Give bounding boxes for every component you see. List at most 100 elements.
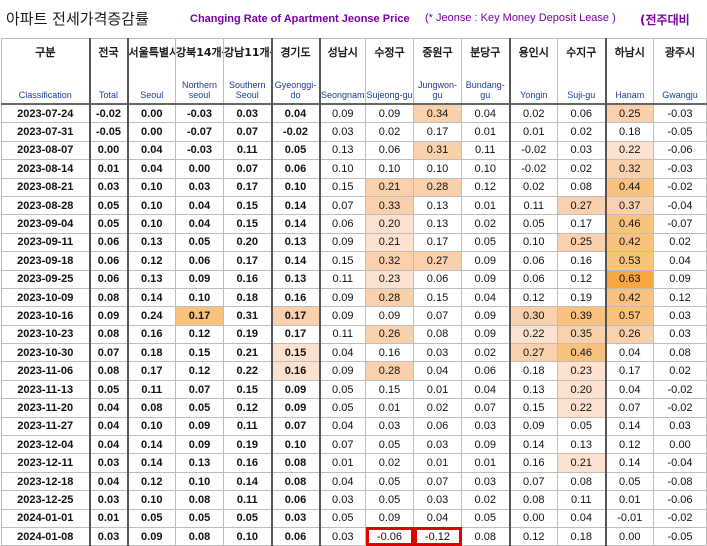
value-cell: 0.28 xyxy=(365,287,414,308)
value-cell: 0.06 xyxy=(88,232,128,253)
table-row: 2023-12-04 0.04 0.14 0.09 0.19 0.10 0.07 0.05 0.… xyxy=(1,435,707,455)
value-cell: 0.04 xyxy=(88,471,128,492)
table-row: 2023-10-23 0.08 0.16 0.12 0.19 0.17 0.11 0.26 0.… xyxy=(1,324,707,345)
value-cell: 0.24 xyxy=(126,306,176,326)
value-cell: -0.02 xyxy=(653,508,707,528)
value-cell: 0.03 xyxy=(653,306,707,326)
title-bar: 아파트 전세가격증감률 Changing Rate of Apartment J… xyxy=(0,0,707,40)
value-cell: 0.14 xyxy=(126,453,176,473)
value-cell: 0.10 xyxy=(223,526,272,546)
value-cell: 0.27 xyxy=(508,343,558,363)
value-cell: 0.05 xyxy=(175,232,224,253)
col-header-bundang: 분당구 Bundang-gu xyxy=(461,38,510,105)
col-header-seongnam: 성남시 Seongnam xyxy=(318,38,366,105)
table-body: 2023-07-24 -0.02 0.00 -0.03 0.03 0.04 0.09 0.09… xyxy=(1,103,707,546)
value-cell: 0.22 xyxy=(557,398,606,418)
value-cell: 0.11 xyxy=(223,140,272,161)
value-cell: -0.04 xyxy=(653,453,707,473)
value-cell: 0.06 xyxy=(175,251,224,271)
value-cell: 0.04 xyxy=(461,379,510,400)
value-cell: 0.10 xyxy=(508,232,558,253)
value-cell: 0.08 xyxy=(413,324,462,345)
highlighted-value-cell: -0.12 xyxy=(413,526,462,546)
value-cell: -0.02 xyxy=(508,159,558,179)
value-cell: 0.07 xyxy=(508,471,558,492)
table-row: 2023-09-25 0.06 0.13 0.09 0.16 0.13 0.11 0.23 0.… xyxy=(1,269,707,289)
value-cell: 0.01 xyxy=(413,453,462,473)
col-header-en: Gwangju xyxy=(662,90,698,100)
value-cell: 0.22 xyxy=(223,361,272,381)
value-cell: 0.06 xyxy=(557,103,606,124)
col-header-seoul: 서울특별시 Seoul xyxy=(126,38,176,105)
value-cell: 0.11 xyxy=(223,490,272,510)
value-cell: 0.11 xyxy=(223,416,272,437)
value-cell: 0.09 xyxy=(175,269,224,289)
col-header-en: Suji-gu xyxy=(567,90,596,100)
value-cell: 0.35 xyxy=(557,324,606,345)
table-row: 2023-12-18 0.04 0.12 0.10 0.14 0.08 0.04 0.05 0.… xyxy=(1,471,707,492)
value-cell: 0.12 xyxy=(653,287,707,308)
value-cell: 0.08 xyxy=(557,471,606,492)
value-cell: 0.01 xyxy=(604,490,654,510)
value-cell: 0.16 xyxy=(126,324,176,345)
value-cell: 0.03 xyxy=(223,103,272,124)
value-cell: 0.27 xyxy=(557,195,606,216)
value-cell: 0.63 xyxy=(604,269,654,289)
col-header-yongin: 용인시 Yongin xyxy=(508,38,558,105)
value-cell: 0.07 xyxy=(318,435,366,455)
row-date: 2023-09-25 xyxy=(1,269,90,289)
value-cell: 0.00 xyxy=(604,526,654,546)
col-header-en: Sujeong-gu xyxy=(366,90,413,100)
col-header-hanam: 하남시 Hanam xyxy=(604,38,654,105)
value-cell: 0.16 xyxy=(508,453,558,473)
table-row: 2023-12-11 0.03 0.14 0.13 0.16 0.08 0.01 0.02 0.… xyxy=(1,453,707,473)
value-cell: 0.06 xyxy=(413,269,462,289)
value-cell: 0.04 xyxy=(557,508,606,528)
value-cell: 0.08 xyxy=(88,324,128,345)
row-date: 2024-01-01 xyxy=(1,508,90,528)
value-cell: 0.17 xyxy=(126,361,176,381)
value-cell: -0.04 xyxy=(653,195,707,216)
value-cell: 0.00 xyxy=(126,103,176,124)
value-cell: 0.09 xyxy=(270,379,320,400)
value-cell: 0.13 xyxy=(270,232,320,253)
col-header-classification: 구분 Classification xyxy=(1,38,90,105)
value-cell: 0.10 xyxy=(126,177,176,197)
value-cell: 0.21 xyxy=(365,232,414,253)
value-cell: 0.06 xyxy=(508,251,558,271)
value-cell: 0.02 xyxy=(653,361,707,381)
value-cell: 0.05 xyxy=(461,508,510,528)
value-cell: 0.07 xyxy=(318,195,366,216)
value-cell: 0.08 xyxy=(270,453,320,473)
value-cell: 0.06 xyxy=(270,526,320,546)
col-header-northern-seoul: 강북14개구 Northern seoul xyxy=(175,38,224,105)
table-row: 2024-01-01 0.01 0.05 0.05 0.05 0.03 0.05 0.09 0.… xyxy=(1,508,707,528)
value-cell: 0.04 xyxy=(604,379,654,400)
value-cell: 0.16 xyxy=(270,361,320,381)
value-cell: 0.03 xyxy=(461,416,510,437)
row-date: 2023-08-28 xyxy=(1,195,90,216)
table-row: 2023-09-18 0.06 0.12 0.06 0.17 0.14 0.15 0.32 0.… xyxy=(1,251,707,271)
value-cell: 0.01 xyxy=(318,453,366,473)
row-date: 2023-10-16 xyxy=(1,306,90,326)
value-cell: 0.08 xyxy=(461,526,510,546)
value-cell: 0.10 xyxy=(413,159,462,179)
value-cell: 0.09 xyxy=(365,306,414,326)
value-cell: 0.06 xyxy=(270,159,320,179)
value-cell: 0.04 xyxy=(413,508,462,528)
value-cell: 0.08 xyxy=(175,490,224,510)
value-cell: 0.11 xyxy=(461,140,510,161)
value-cell: 0.12 xyxy=(223,398,272,418)
value-cell: 0.26 xyxy=(604,324,654,345)
col-header-ko: 구분 xyxy=(35,46,56,59)
value-cell: 0.03 xyxy=(557,140,606,161)
value-cell: 0.08 xyxy=(653,343,707,363)
value-cell: 0.02 xyxy=(461,490,510,510)
col-header-southern-seoul: 강남11개구 Southern Seoul xyxy=(223,38,272,105)
value-cell: 0.08 xyxy=(508,490,558,510)
value-cell: 0.03 xyxy=(413,343,462,363)
value-cell: 0.27 xyxy=(413,251,462,271)
value-cell: 0.05 xyxy=(126,508,176,528)
value-cell: 0.12 xyxy=(126,251,176,271)
value-cell: 0.05 xyxy=(223,508,272,528)
